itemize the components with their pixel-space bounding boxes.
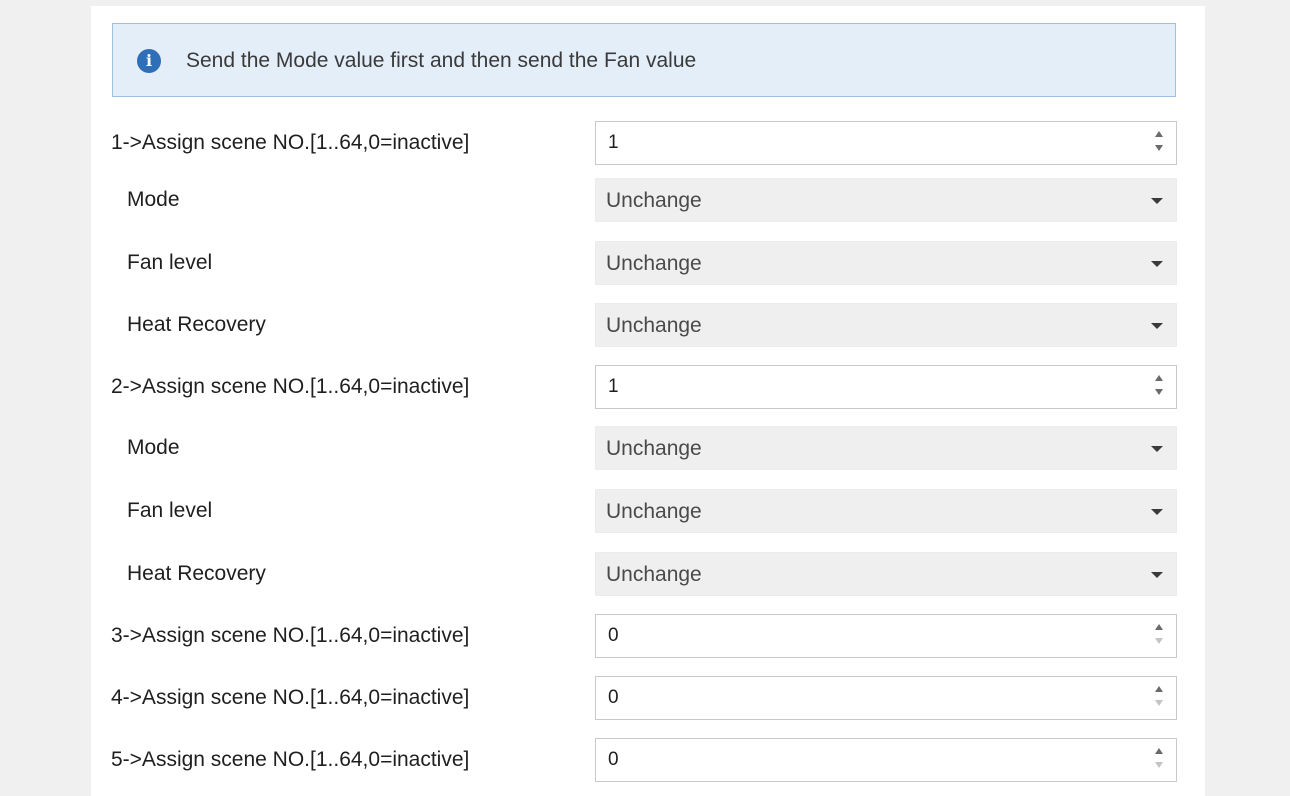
- scene-1-heat-row: Heat Recovery Unchange: [91, 303, 1205, 347]
- scene-3-value: 0: [608, 625, 619, 646]
- scene-2-number-input[interactable]: 1: [595, 365, 1177, 409]
- scene-1-heat-value: Unchange: [606, 314, 702, 337]
- scene-2-mode-row: Mode Unchange: [91, 426, 1205, 470]
- scene-1-value: 1: [608, 132, 619, 153]
- info-text: Send the Mode value first and then send …: [186, 49, 697, 72]
- scene-2-heat-label: Heat Recovery: [127, 562, 266, 585]
- chevron-down-icon: [1151, 323, 1163, 329]
- spin-down-icon[interactable]: [1155, 638, 1163, 644]
- chevron-down-icon: [1151, 509, 1163, 515]
- spin-down-icon[interactable]: [1155, 762, 1163, 768]
- scene-3-number-input[interactable]: 0: [595, 614, 1177, 658]
- scene-5-number-input[interactable]: 0: [595, 738, 1177, 782]
- scene-4-row: 4->Assign scene NO.[1..64,0=inactive] 0: [91, 676, 1205, 720]
- info-icon: i: [137, 49, 161, 73]
- spin-up-icon[interactable]: [1155, 686, 1163, 692]
- parameter-panel: i Send the Mode value first and then sen…: [91, 6, 1205, 796]
- scene-4-label: 4->Assign scene NO.[1..64,0=inactive]: [111, 686, 470, 709]
- scene-5-value: 0: [608, 749, 619, 770]
- scene-2-label: 2->Assign scene NO.[1..64,0=inactive]: [111, 375, 470, 398]
- spin-down-icon[interactable]: [1155, 389, 1163, 395]
- chevron-down-icon: [1151, 446, 1163, 452]
- scene-5-row: 5->Assign scene NO.[1..64,0=inactive] 0: [91, 738, 1205, 782]
- scene-2-mode-label: Mode: [127, 436, 180, 459]
- scene-1-mode-value: Unchange: [606, 189, 702, 212]
- scene-2-mode-value: Unchange: [606, 437, 702, 460]
- scene-1-row: 1->Assign scene NO.[1..64,0=inactive] 1: [91, 121, 1205, 165]
- scene-1-label: 1->Assign scene NO.[1..64,0=inactive]: [111, 131, 470, 154]
- info-banner: i Send the Mode value first and then sen…: [112, 23, 1176, 97]
- scene-2-heat-row: Heat Recovery Unchange: [91, 552, 1205, 596]
- scene-2-fan-label: Fan level: [127, 499, 213, 522]
- scene-4-number-input[interactable]: 0: [595, 676, 1177, 720]
- scene-3-row: 3->Assign scene NO.[1..64,0=inactive] 0: [91, 614, 1205, 658]
- scene-2-fan-value: Unchange: [606, 500, 702, 523]
- scene-1-fan-select[interactable]: Unchange: [595, 241, 1177, 285]
- scene-1-fan-label: Fan level: [127, 251, 213, 274]
- scene-1-heat-label: Heat Recovery: [127, 313, 266, 336]
- spin-up-icon[interactable]: [1155, 131, 1163, 137]
- scene-1-mode-label: Mode: [127, 188, 180, 211]
- scene-5-spin-buttons[interactable]: [1152, 748, 1166, 772]
- spin-up-icon[interactable]: [1155, 375, 1163, 381]
- scene-2-fan-select[interactable]: Unchange: [595, 489, 1177, 533]
- scene-1-fan-row: Fan level Unchange: [91, 241, 1205, 285]
- scene-1-mode-select[interactable]: Unchange: [595, 178, 1177, 222]
- chevron-down-icon: [1151, 198, 1163, 204]
- scene-2-row: 2->Assign scene NO.[1..64,0=inactive] 1: [91, 365, 1205, 409]
- scene-1-fan-value: Unchange: [606, 252, 702, 275]
- scene-2-spin-buttons[interactable]: [1152, 375, 1166, 399]
- spin-down-icon[interactable]: [1155, 145, 1163, 151]
- scene-3-label: 3->Assign scene NO.[1..64,0=inactive]: [111, 624, 470, 647]
- scene-2-fan-row: Fan level Unchange: [91, 489, 1205, 533]
- scene-1-mode-row: Mode Unchange: [91, 178, 1205, 222]
- scene-2-heat-value: Unchange: [606, 563, 702, 586]
- chevron-down-icon: [1151, 572, 1163, 578]
- scene-1-heat-select[interactable]: Unchange: [595, 303, 1177, 347]
- scene-5-label: 5->Assign scene NO.[1..64,0=inactive]: [111, 748, 470, 771]
- scene-3-spin-buttons[interactable]: [1152, 624, 1166, 648]
- scene-1-number-input[interactable]: 1: [595, 121, 1177, 165]
- scene-2-heat-select[interactable]: Unchange: [595, 552, 1177, 596]
- spin-down-icon[interactable]: [1155, 700, 1163, 706]
- scene-2-value: 1: [608, 376, 619, 397]
- scene-1-spin-buttons[interactable]: [1152, 131, 1166, 155]
- spin-up-icon[interactable]: [1155, 748, 1163, 754]
- scene-2-mode-select[interactable]: Unchange: [595, 426, 1177, 470]
- spin-up-icon[interactable]: [1155, 624, 1163, 630]
- scene-4-spin-buttons[interactable]: [1152, 686, 1166, 710]
- chevron-down-icon: [1151, 261, 1163, 267]
- scene-4-value: 0: [608, 687, 619, 708]
